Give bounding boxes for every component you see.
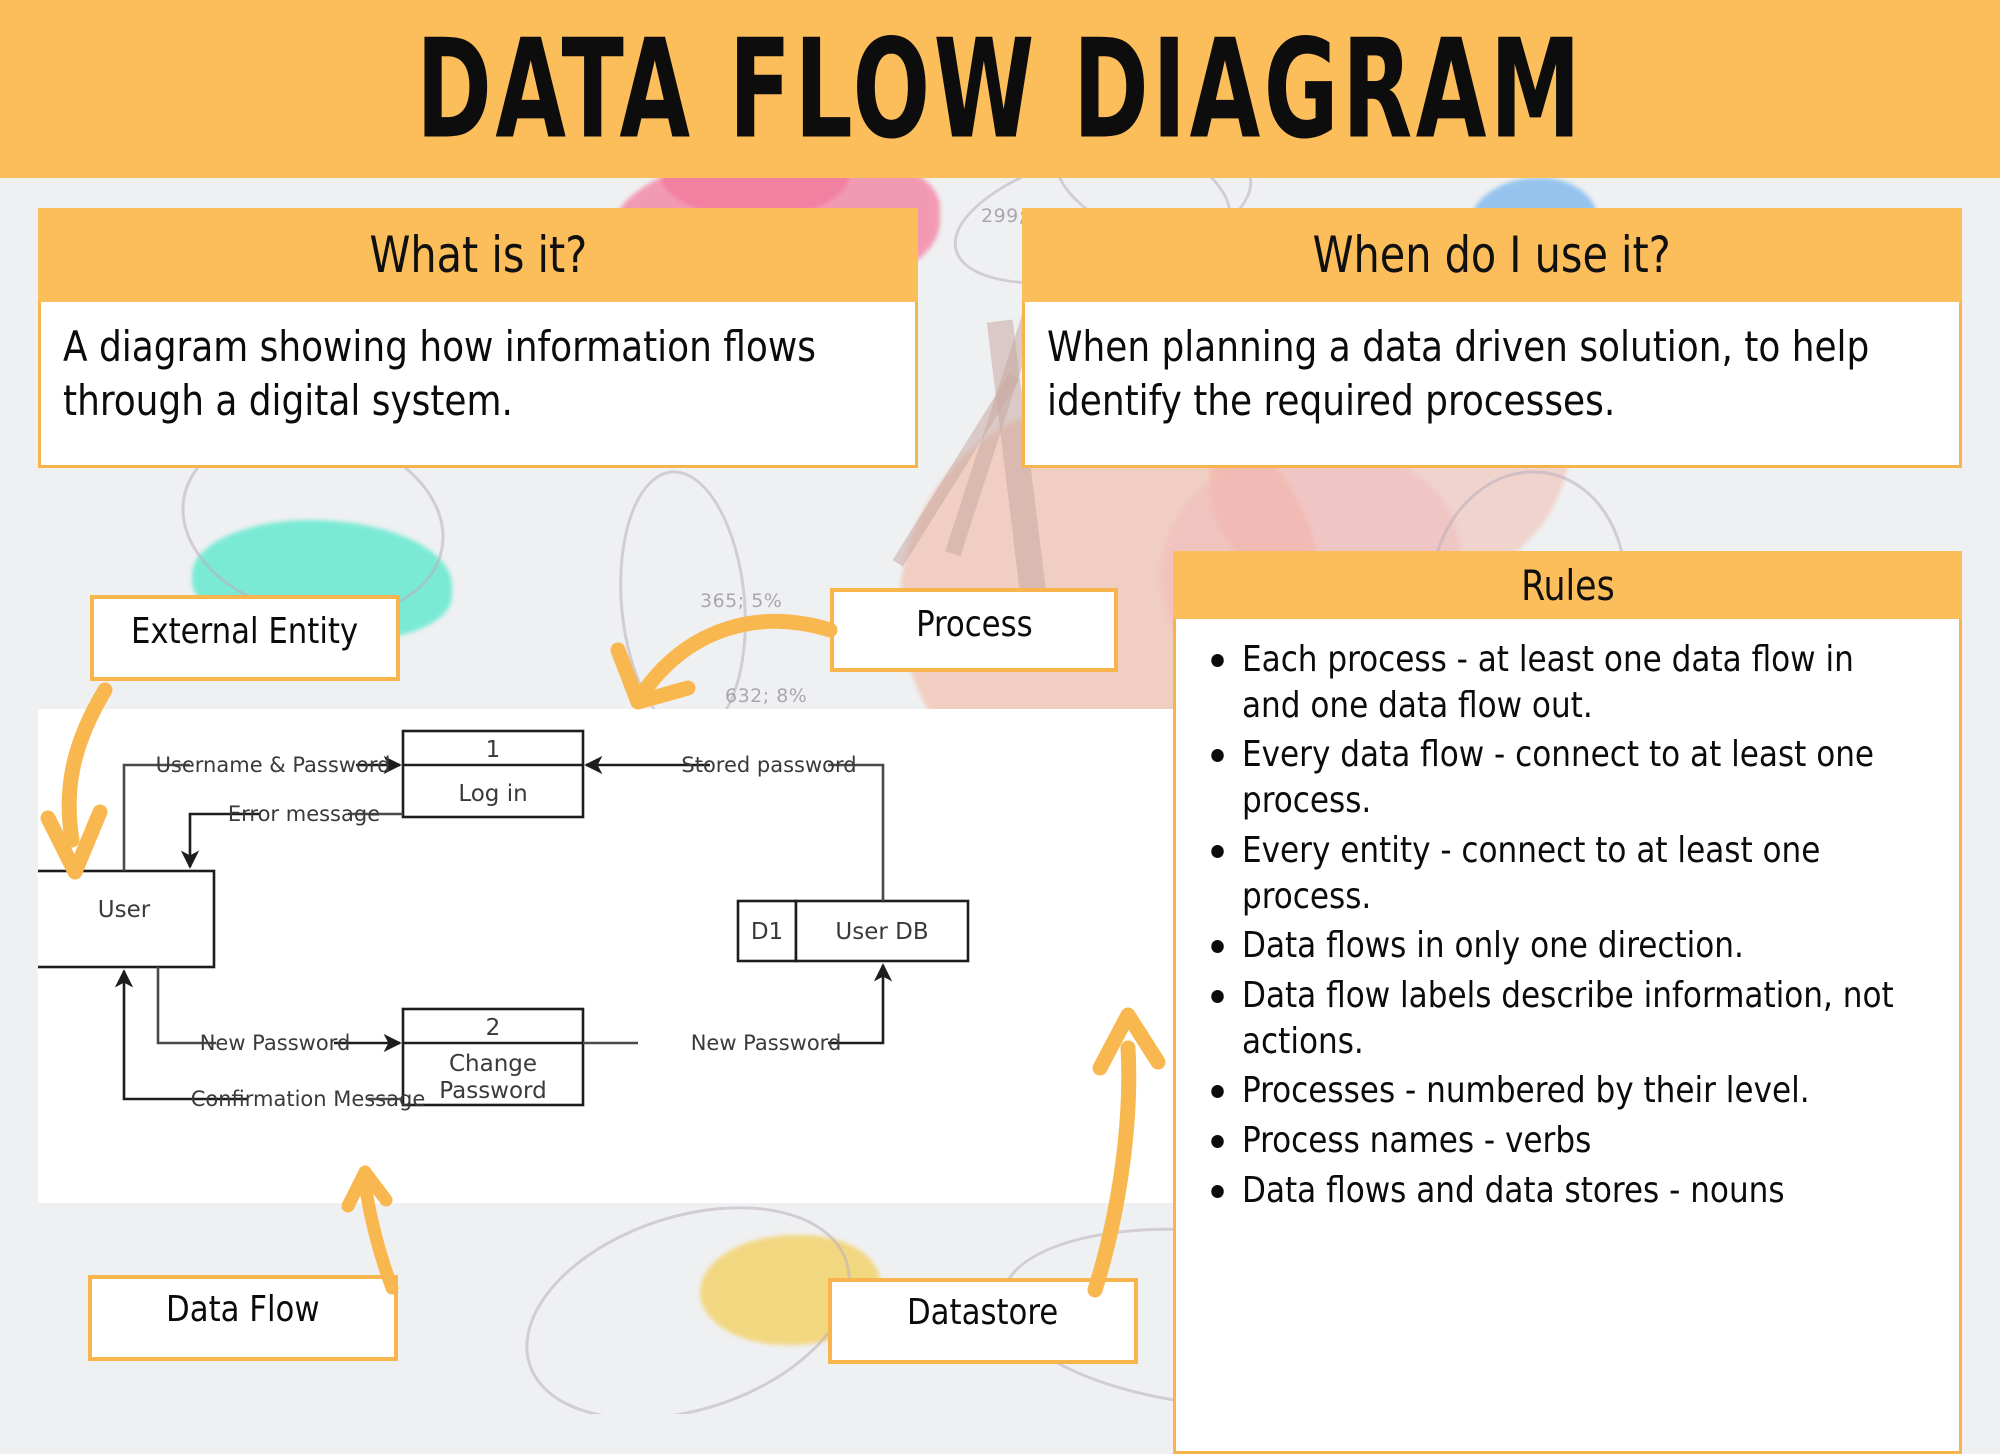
page-title-bar: DATA FLOW DIAGRAM: [0, 0, 2000, 178]
flow-stored-password-label: Stored password: [681, 753, 856, 777]
rule-item: Processes - numbered by their level.: [1211, 1068, 1917, 1114]
callout-process-label: Process: [915, 604, 1033, 645]
entity-user: User: [38, 869, 216, 969]
flow-stored-password: Stored password: [584, 753, 885, 901]
rule-item: Data flows in only one direction.: [1211, 923, 1917, 969]
panel-when-do-i-use-it-text: When planning a data driven solution, to…: [1047, 322, 1870, 425]
panel-when-do-i-use-it-body: When planning a data driven solution, to…: [1022, 302, 1962, 468]
process-log-in-name: Log in: [458, 781, 527, 807]
flow-new-password-out: New Password: [583, 963, 893, 1055]
rule-item: Data flows and data stores - nouns: [1211, 1168, 1917, 1214]
background-label-1: 365; 5%: [700, 590, 783, 612]
process-log-in: 1 Log in: [401, 729, 585, 819]
flow-new-password-out-label: New Password: [691, 1031, 842, 1055]
data-flow-diagram-canvas: 1 Log in 2 Change Password User D1 User …: [38, 709, 1178, 1203]
callout-datastore-label: Datastore: [907, 1292, 1059, 1333]
panel-what-is-it: What is it? A diagram showing how inform…: [38, 208, 918, 468]
datastore-user-db: D1 User DB: [736, 899, 970, 963]
panel-rules-title: Rules: [1520, 560, 1615, 610]
process-change-password-number: 2: [486, 1015, 501, 1041]
rules-list: Each process - at least one data flow in…: [1190, 637, 1945, 1214]
callout-external-entity-label: External Entity: [131, 611, 359, 652]
datastore-user-db-name: User DB: [835, 919, 928, 945]
datastore-user-db-id: D1: [751, 919, 783, 945]
rule-item: Process names - verbs: [1211, 1118, 1917, 1164]
callout-process: Process: [830, 588, 1118, 672]
flow-error-message-label: Error message: [228, 802, 380, 826]
process-log-in-number: 1: [486, 737, 501, 763]
process-change-password-name-line1: Change: [449, 1051, 537, 1077]
rule-item: Every data flow - connect to at least on…: [1211, 732, 1917, 823]
callout-datastore: Datastore: [828, 1278, 1138, 1364]
rule-item: Data flow labels describe information, n…: [1211, 973, 1917, 1064]
panel-what-is-it-body: A diagram showing how information flows …: [38, 302, 918, 468]
process-change-password-name-line2: Password: [439, 1078, 546, 1104]
process-change-password: 2 Change Password: [401, 1007, 585, 1107]
panel-what-is-it-header: What is it?: [38, 208, 918, 302]
rule-item: Every entity - connect to at least one p…: [1211, 828, 1917, 919]
panel-when-do-i-use-it: When do I use it? When planning a data d…: [1022, 208, 1962, 468]
rule-item: Each process - at least one data flow in…: [1211, 637, 1917, 728]
callout-data-flow: Data Flow: [88, 1275, 398, 1361]
background-scribble-6: [497, 1167, 879, 1414]
panel-when-do-i-use-it-header: When do I use it?: [1022, 208, 1962, 302]
flow-username-password-label: Username & Password: [156, 753, 391, 777]
panel-when-do-i-use-it-title: When do I use it?: [1312, 226, 1672, 284]
panel-what-is-it-text: A diagram showing how information flows …: [63, 322, 816, 425]
flow-new-password-in-label: New Password: [200, 1031, 351, 1055]
panel-rules: Rules Each process - at least one data f…: [1173, 551, 1962, 1454]
panel-rules-header: Rules: [1173, 551, 1962, 619]
flow-error-message: Error message: [180, 802, 403, 869]
panel-rules-body: Each process - at least one data flow in…: [1173, 619, 1962, 1454]
flow-confirmation-message-label: Confirmation Message: [191, 1087, 426, 1111]
data-flow-diagram-svg: 1 Log in 2 Change Password User D1 User …: [38, 729, 970, 1111]
page-title: DATA FLOW DIAGRAM: [415, 8, 1585, 170]
callout-external-entity: External Entity: [90, 595, 400, 681]
background-label-2: 632; 8%: [725, 685, 808, 707]
flow-new-password-in: New Password: [156, 967, 402, 1055]
entity-user-label: User: [98, 897, 151, 923]
panel-what-is-it-title: What is it?: [369, 226, 587, 284]
callout-data-flow-label: Data Flow: [166, 1289, 320, 1330]
